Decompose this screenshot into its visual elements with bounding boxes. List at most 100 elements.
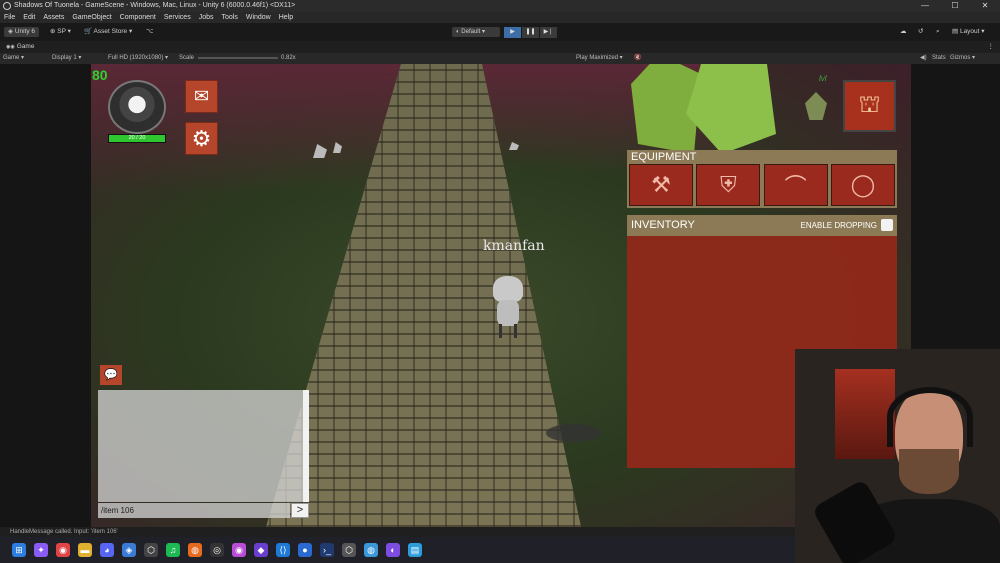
layout-dropdown[interactable]: ▤ Layout ▾ (952, 27, 985, 37)
unity-hub-icon[interactable]: ⬡ (144, 543, 158, 557)
unity-label: Unity 6 (14, 28, 36, 35)
app-icon[interactable]: ◐ (386, 543, 400, 557)
equip-slot-ring[interactable]: ◯ (830, 164, 895, 206)
unity-editor-window: Shadows Of Tuonela - GameScene - Windows… (0, 0, 1000, 563)
game-render[interactable]: 80 20 / 20 ✉ ⚙ kmanfan lvl ⛫ EQUIPMENT ⚒… (91, 64, 911, 527)
menu-tools[interactable]: Tools (222, 12, 238, 23)
tab-menu-icon[interactable]: ⋮ (988, 41, 995, 53)
menu-services[interactable]: Services (164, 12, 191, 23)
pause-button[interactable]: ❚❚ (522, 27, 539, 38)
status-message[interactable]: HandleMessage called. Input: '/item 106' (10, 529, 118, 535)
folder-icon[interactable]: ▬ (78, 543, 92, 557)
obs-icon[interactable]: ◎ (210, 543, 224, 557)
game-tab[interactable]: ◉◉ Game (6, 43, 34, 50)
gizmos-dropdown[interactable]: Gizmos ▾ (950, 53, 975, 64)
vscode-icon[interactable]: ⟨⟩ (276, 543, 290, 557)
webcam-overlay (795, 349, 1000, 563)
equipment-slots: ⚒ ⛨ ⌒ ◯ (627, 164, 897, 208)
app-icon[interactable]: ◈ (122, 543, 136, 557)
pet-character[interactable] (805, 92, 827, 120)
stats-toggle[interactable]: Stats (932, 53, 946, 64)
chat-scrollbar[interactable] (303, 390, 309, 502)
copilot-icon[interactable]: ✦ (34, 543, 48, 557)
player-nameplate: kmanfan (483, 238, 545, 254)
unity-account-button[interactable]: ◈ Unity 6 (4, 27, 40, 37)
menu-gameobject[interactable]: GameObject (72, 12, 111, 23)
game-tab-row: ◉◉ Game ⋮ (0, 41, 1000, 53)
menu-bar: File Edit Assets GameObject Component Se… (0, 12, 1000, 23)
window-controls: — ☐ ✕ (910, 0, 1000, 12)
hp-value: 80 (92, 67, 108, 83)
player-character[interactable] (491, 276, 525, 338)
layout-preset-dropdown[interactable]: ◐ Default ▾ (452, 27, 500, 37)
armor-icon: ⛨ (720, 172, 737, 197)
account-dropdown[interactable]: ⊕ SP ▾ (50, 27, 71, 37)
asset-store-label: Asset Store (93, 28, 128, 35)
asset-store-button[interactable]: 🛒 Asset Store ▾ (84, 27, 132, 37)
gear-icon: ⚙ (191, 125, 212, 151)
step-button[interactable]: ▶❘ (540, 27, 557, 38)
window-title: Shadows Of Tuonela - GameScene - Windows… (14, 2, 296, 9)
close-button[interactable]: ✕ (970, 0, 1000, 12)
layout-preset-label: Default (461, 29, 481, 35)
inventory-bag-button[interactable]: ⛫ (843, 80, 896, 132)
equip-slot-helmet[interactable]: ⌒ (763, 164, 828, 206)
equip-slot-axe[interactable]: ⚒ (629, 164, 693, 206)
player-portrait[interactable] (108, 80, 166, 134)
menu-help[interactable]: Help (279, 12, 293, 23)
health-bar: 20 / 20 (108, 134, 166, 143)
enable-dropping-checkbox[interactable] (881, 219, 893, 231)
mute-icon[interactable]: 🔇 (634, 53, 641, 64)
ring-icon: ◯ (850, 172, 876, 197)
maps-icon[interactable]: ● (298, 543, 312, 557)
account-label: SP (57, 28, 66, 35)
game-tab-label: Game (16, 43, 35, 50)
view-mode-label: Game (3, 55, 20, 61)
chrome-icon[interactable]: ◉ (56, 543, 70, 557)
spotify-icon[interactable]: ♫ (166, 543, 180, 557)
equip-slot-armor[interactable]: ⛨ (696, 164, 761, 206)
chat-input[interactable]: /item 106 (98, 503, 290, 518)
equipment-header: EQUIPMENT (627, 150, 897, 164)
start-icon[interactable]: ⊞ (12, 543, 26, 557)
unity-editor-icon[interactable]: ⬡ (342, 543, 356, 557)
chat-send-button[interactable]: > (291, 503, 309, 518)
axe-icon: ⚒ (651, 172, 671, 197)
maximize-button[interactable]: ☐ (940, 0, 970, 12)
play-mode-dropdown[interactable]: Play Maximized ▾ (576, 53, 623, 64)
globe-icon[interactable]: ◍ (364, 543, 378, 557)
notes-icon[interactable]: ▤ (408, 543, 422, 557)
menu-assets[interactable]: Assets (43, 12, 64, 23)
inventory-title: INVENTORY (631, 219, 695, 231)
resolution-label: Full HD (1920x1080) (108, 55, 164, 61)
menu-component[interactable]: Component (120, 12, 156, 23)
menu-window[interactable]: Window (246, 12, 271, 23)
display-label: Display 1 (52, 55, 77, 61)
app-icon[interactable]: ◆ (254, 543, 268, 557)
terminal-icon[interactable]: ›_ (320, 543, 334, 557)
firefox-icon[interactable]: ◍ (188, 543, 202, 557)
display-dropdown[interactable]: Display 1 ▾ (52, 53, 81, 64)
scale-slider[interactable] (198, 57, 278, 59)
version-control-icon[interactable]: ⌥ (146, 27, 154, 37)
minimize-button[interactable]: — (910, 0, 940, 12)
discord-icon[interactable]: ◕ (100, 543, 114, 557)
menu-file[interactable]: File (4, 12, 15, 23)
resolution-dropdown[interactable]: Full HD (1920x1080) ▾ (108, 53, 168, 64)
search-icon[interactable]: ⌕ (936, 27, 940, 37)
volume-icon[interactable]: ◀) (920, 53, 927, 64)
view-mode-dropdown[interactable]: Game ▾ (3, 53, 24, 64)
cloud-icon[interactable]: ☁ (900, 27, 907, 37)
history-icon[interactable]: ↺ (918, 27, 923, 37)
unity-icon (3, 2, 11, 10)
chat-toggle-button[interactable]: 💬 (100, 365, 122, 385)
browser-icon[interactable]: ◉ (232, 543, 246, 557)
menu-edit[interactable]: Edit (23, 12, 35, 23)
enable-dropping-label: ENABLE DROPPING (800, 221, 877, 230)
chat-log[interactable] (98, 390, 306, 502)
menu-jobs[interactable]: Jobs (199, 12, 214, 23)
play-mode-label: Play Maximized (576, 55, 619, 61)
mail-button[interactable]: ✉ (185, 80, 218, 113)
settings-button[interactable]: ⚙ (185, 122, 218, 155)
play-button[interactable]: ▶ (504, 27, 521, 38)
